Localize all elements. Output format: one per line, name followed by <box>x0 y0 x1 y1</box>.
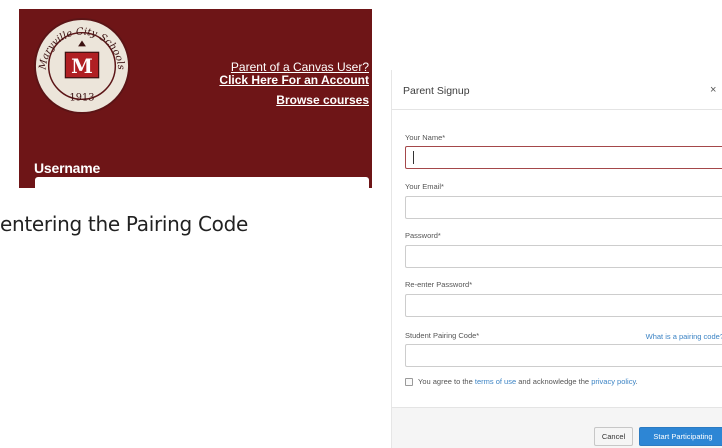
email-label: Your Email* <box>405 182 444 191</box>
close-icon[interactable]: × <box>710 83 722 97</box>
email-input[interactable] <box>405 196 722 219</box>
terms-of-use-link[interactable]: terms of use <box>475 377 516 386</box>
text-cursor <box>413 151 414 164</box>
terms-prefix: You agree to the <box>418 377 475 386</box>
dialog-footer: Cancel Start Participating <box>392 407 722 448</box>
name-label: Your Name* <box>405 133 446 142</box>
password-label: Password* <box>405 231 441 240</box>
cancel-button[interactable]: Cancel <box>594 427 633 446</box>
parent-account-link[interactable]: Click Here For an Account <box>219 73 369 87</box>
username-label: Username <box>34 160 101 176</box>
login-links: Parent of a Canvas User? Click Here For … <box>219 61 369 107</box>
reenter-password-input[interactable] <box>405 294 722 317</box>
parent-signup-dialog: Parent Signup × Your Name* Your Email* P… <box>391 70 722 448</box>
document-caption: entering the Pairing Code <box>0 212 248 236</box>
terms-middle: and acknowledge the <box>516 377 592 386</box>
reenter-password-label: Re-enter Password* <box>405 280 473 289</box>
school-seal-logo: Maryville City Schools M 1913 <box>33 17 131 115</box>
dialog-title: Parent Signup <box>403 85 470 97</box>
start-participating-button[interactable]: Start Participating <box>639 427 722 446</box>
password-input[interactable] <box>405 245 722 268</box>
username-input[interactable] <box>35 177 369 188</box>
pairing-code-label: Student Pairing Code* <box>405 331 480 340</box>
parent-prompt-link[interactable]: Parent of a Canvas User? <box>219 61 369 74</box>
login-panel: Maryville City Schools M 1913 Parent of … <box>19 9 372 188</box>
privacy-policy-link[interactable]: privacy policy <box>591 377 635 386</box>
terms-checkbox[interactable] <box>405 377 413 386</box>
name-input[interactable] <box>405 146 722 169</box>
terms-agreement: You agree to the terms of use and acknow… <box>405 377 638 386</box>
dialog-header: Parent Signup × <box>392 70 722 110</box>
svg-text:M: M <box>71 55 93 78</box>
terms-suffix: . <box>635 377 638 386</box>
pairing-code-help-link[interactable]: What is a pairing code? <box>646 332 722 341</box>
terms-text: You agree to the terms of use and acknow… <box>418 377 638 386</box>
pairing-code-input[interactable] <box>405 344 722 367</box>
browse-courses-link[interactable]: Browse courses <box>219 94 369 107</box>
svg-text:1913: 1913 <box>70 92 95 103</box>
